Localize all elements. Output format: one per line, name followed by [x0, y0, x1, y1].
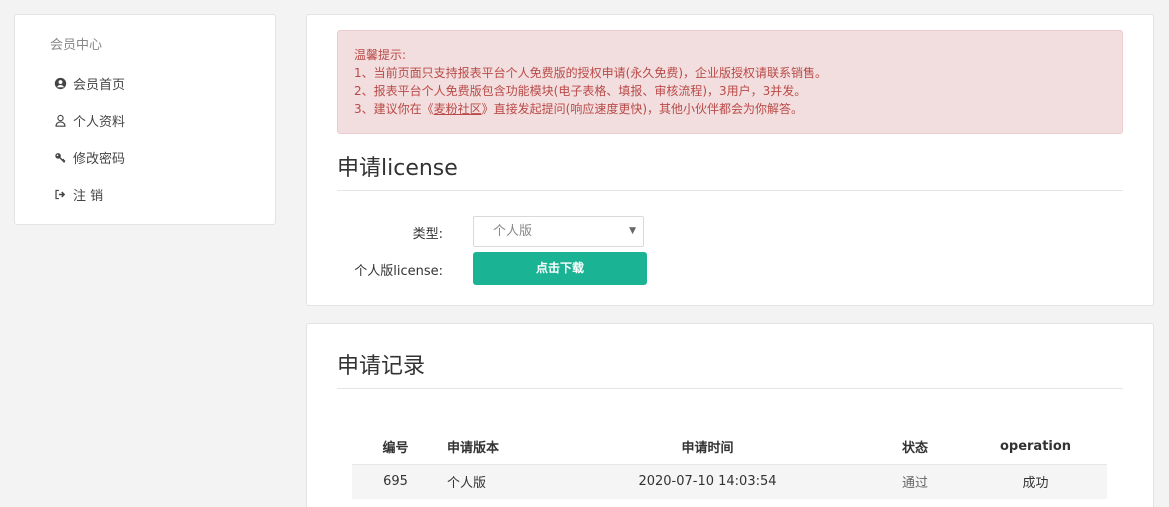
type-label: 类型: — [412, 227, 443, 242]
table-header-row: 编号 申请版本 申请时间 状态 operation — [352, 430, 1107, 464]
community-link[interactable]: 麦粉社区 — [434, 102, 482, 116]
column-header-version: 申请版本 — [447, 441, 500, 457]
sidebar-item-label: 会员首页 — [73, 77, 126, 93]
type-select[interactable]: 个人版 ▼ — [473, 216, 644, 247]
member-sidebar: 会员中心 会员首页 个人资料 修改密码 注 销 — [14, 14, 276, 225]
column-header-operation: operation — [999, 439, 1072, 455]
user-circle-icon — [53, 76, 67, 90]
sidebar-item-label: 修改密码 — [73, 151, 126, 167]
column-header-status: 状态 — [901, 441, 928, 457]
apply-title: 申请license — [337, 156, 458, 181]
type-select-value: 个人版 — [493, 224, 533, 239]
cell-version: 个人版 — [447, 476, 487, 492]
notice-alert: 温馨提示: 1、当前页面只支持报表平台个人免费版的授权申请(永久免费)，企业版授… — [337, 30, 1123, 134]
sidebar-item-profile[interactable]: 个人资料 — [15, 111, 275, 130]
notice-title: 温馨提示: — [354, 48, 407, 62]
sidebar-item-logout[interactable]: 注 销 — [15, 185, 275, 204]
notice-line-1: 1、当前页面只支持报表平台个人免费版的授权申请(永久免费)，企业版授权请联系销售… — [354, 66, 828, 80]
cell-id: 695 — [383, 474, 408, 490]
records-title: 申请记录 — [337, 354, 426, 379]
sidebar-item-label: 个人资料 — [73, 114, 126, 130]
cell-time: 2020-07-10 14:03:54 — [638, 474, 777, 490]
table-row: 695 个人版 2020-07-10 14:03:54 通过 成功 — [352, 464, 1107, 499]
cell-status: 通过 — [901, 476, 928, 492]
notice-line-3-prefix: 3、建议你在《 — [354, 102, 434, 116]
sidebar-title: 会员中心 — [50, 38, 103, 53]
notice-line-3: 3、建议你在《麦粉社区》直接发起提问(响应速度更快)，其他小伙伴都会为你解答。 — [354, 100, 1106, 118]
download-button[interactable]: 点击下载 — [473, 252, 647, 285]
divider — [337, 190, 1123, 191]
sign-out-icon — [53, 187, 67, 201]
user-icon — [53, 113, 67, 127]
notice-line-2: 2、报表平台个人免费版包含功能模块(电子表格、填报、审核流程)，3用户，3并发。 — [354, 84, 807, 98]
caret-down-icon: ▼ — [629, 226, 636, 236]
apply-records-panel: 申请记录 编号 申请版本 申请时间 状态 operation 695 个人版 2… — [306, 323, 1154, 507]
sidebar-item-change-password[interactable]: 修改密码 — [15, 148, 275, 167]
sidebar-item-label: 注 销 — [73, 188, 104, 204]
records-table: 编号 申请版本 申请时间 状态 operation 695 个人版 2020-0… — [352, 430, 1107, 499]
notice-line-3-suffix: 》直接发起提问(响应速度更快)，其他小伙伴都会为你解答。 — [481, 102, 804, 116]
divider — [337, 388, 1123, 389]
apply-license-panel: 温馨提示: 1、当前页面只支持报表平台个人免费版的授权申请(永久免费)，企业版授… — [306, 14, 1154, 306]
column-header-time: 申请时间 — [681, 441, 734, 457]
sidebar-item-home[interactable]: 会员首页 — [15, 74, 275, 93]
key-icon — [53, 150, 67, 164]
license-label: 个人版license: — [354, 264, 443, 279]
cell-operation: 成功 — [1022, 476, 1049, 492]
column-header-id: 编号 — [382, 441, 409, 457]
